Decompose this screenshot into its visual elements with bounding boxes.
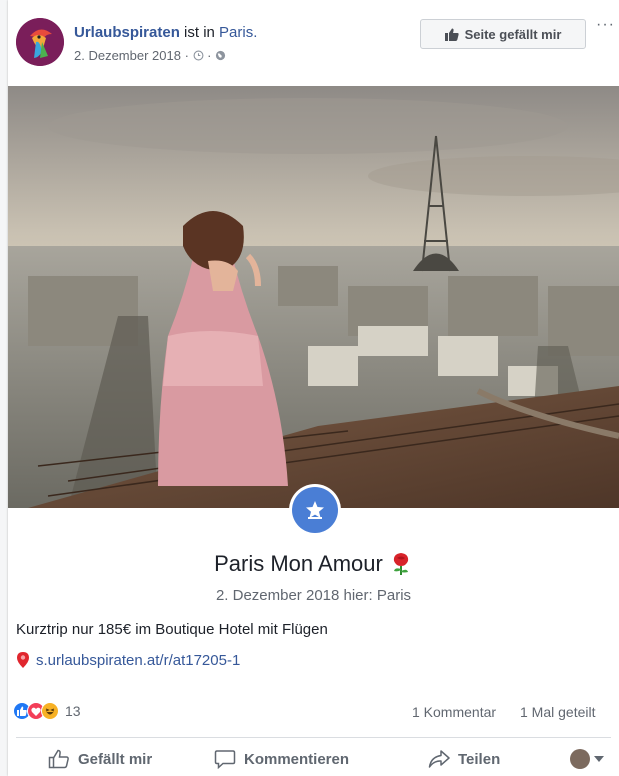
paris-photo-image [8,86,619,508]
reactions-summary[interactable]: 13 [13,702,81,720]
post-header: Urlaubspiraten ist in Paris. 2. Dezember… [8,0,619,86]
audience-selector[interactable] [570,749,604,769]
share-arrow-icon [428,750,450,768]
globe-icon[interactable] [215,50,226,61]
shares-count-link[interactable]: 1 Mal geteilt [520,704,595,720]
event-badge-inner [292,487,338,533]
page-name-link[interactable]: Urlaubspiraten [74,24,180,41]
share-button-label: Teilen [458,750,501,768]
like-page-label: Seite gefällt mir [464,26,562,42]
comments-count-link[interactable]: 1 Kommentar [412,704,496,720]
post-message: Kurztrip nur 185€ im Boutique Hotel mit … [16,621,328,638]
page-avatar[interactable] [16,18,64,66]
thumbs-up-icon [444,28,459,41]
like-button-label: Gefällt mir [78,750,153,768]
post-stats: 13 1 Kommentar 1 Mal geteilt [8,700,619,724]
post-meta: 2. Dezember 2018 · · [74,48,226,63]
share-button[interactable]: Teilen [428,749,500,769]
parrot-logo-icon [16,18,64,66]
clock-icon [193,50,203,61]
event-badge [289,484,341,536]
speech-bubble-icon [214,750,236,769]
actions-divider [16,737,611,738]
location-link[interactable]: Paris. [219,24,257,41]
event-subtitle: 2. Dezember 2018 hier: Paris [215,587,412,604]
thumbs-up-outline-icon [48,749,69,769]
location-prefix: ist in [184,24,215,41]
pin-icon [17,652,29,668]
post-photo[interactable] [8,86,619,508]
comment-button-label: Kommentieren [244,750,350,768]
comment-button[interactable]: Kommentieren [214,749,349,769]
haha-reaction-icon [41,702,59,720]
like-page-button[interactable]: Seite gefällt mir [420,19,586,49]
user-avatar [570,749,590,769]
post-actions-bar: Gefällt mir Kommentieren Teilen [8,745,619,776]
post-link-line: s.urlaubspiraten.at/r/at17205-1 [16,651,240,669]
post-card: Urlaubspiraten ist in Paris. 2. Dezember… [8,0,619,776]
event-title-text: Paris Mon Amour [214,551,383,576]
meta-separator: · [207,48,212,63]
chevron-down-icon [594,756,604,762]
like-button[interactable]: Gefällt mir [48,749,152,769]
post-date[interactable]: 2. Dezember 2018 · [74,48,189,63]
star-calendar-icon [306,501,324,519]
more-options-button[interactable]: ··· [596,17,618,38]
event-title[interactable]: Paris Mon Amour [8,550,619,577]
rose-icon [393,553,408,575]
post-author-line: Urlaubspiraten ist in Paris. [74,24,257,41]
reaction-count: 13 [65,703,81,719]
post-link[interactable]: s.urlaubspiraten.at/r/at17205-1 [36,652,240,669]
